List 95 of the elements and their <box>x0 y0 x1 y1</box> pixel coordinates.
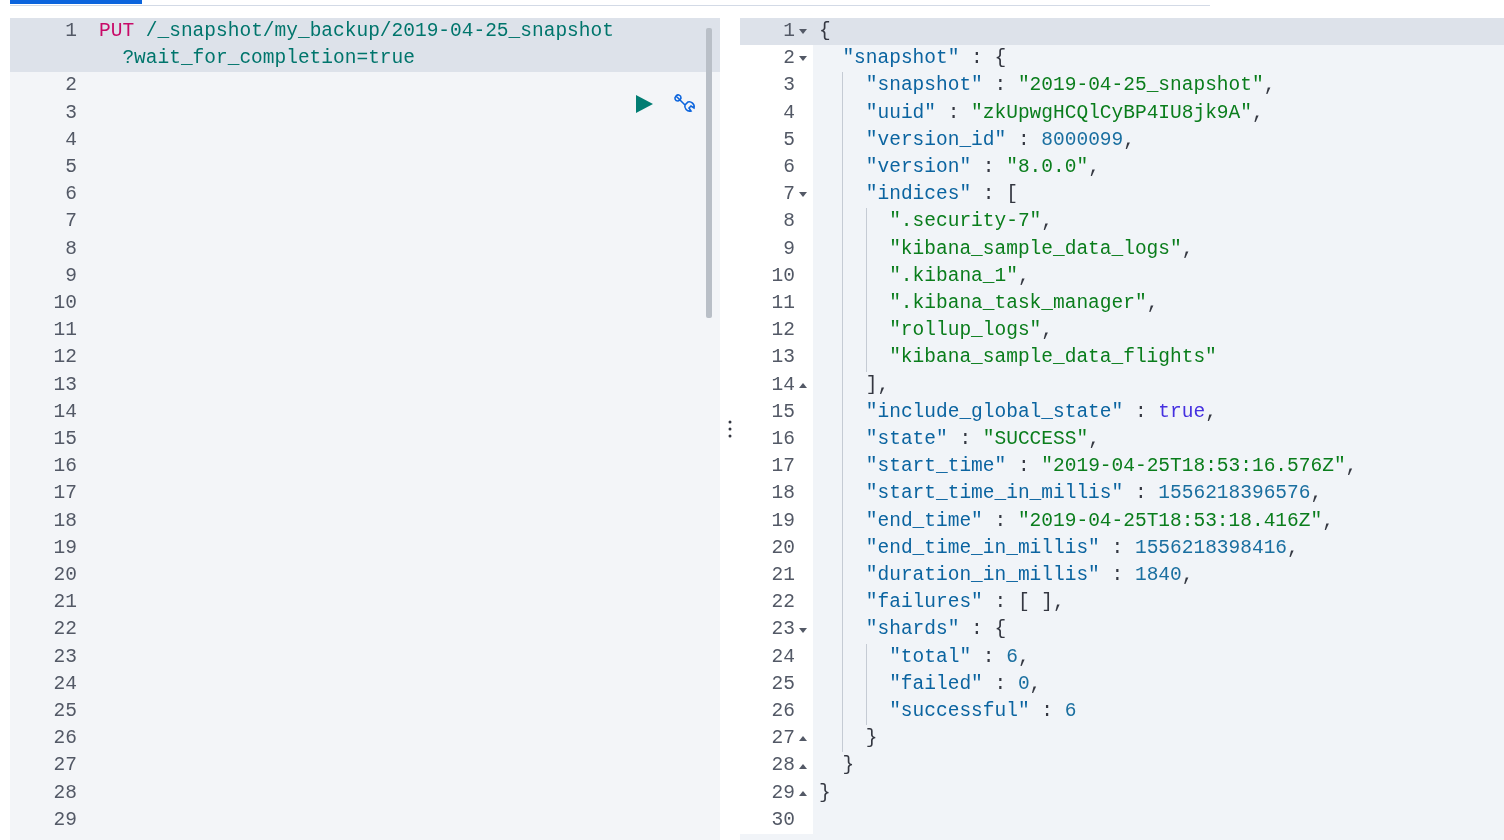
line-number: 19 <box>53 535 77 561</box>
line-number: 20 <box>53 563 77 589</box>
line-number: 3 <box>783 73 795 99</box>
json-line: "state" : "SUCCESS", <box>865 428 1100 451</box>
json-line: "start_time_in_millis" : 1556218396576, <box>865 482 1323 505</box>
line-number: 11 <box>771 291 795 317</box>
line-number: 6 <box>783 155 795 180</box>
json-line: ".kibana_task_manager", <box>889 292 1159 315</box>
json-line: ".kibana_1", <box>889 264 1030 287</box>
json-line: "uuid" : "zkUpwgHCQlCyBP4IU8jk9A", <box>865 101 1264 124</box>
line-number: 6 <box>65 182 77 208</box>
line-number: 14 <box>53 399 77 425</box>
fold-toggle-icon[interactable] <box>798 625 808 635</box>
line-number: 30 <box>771 807 795 833</box>
resize-handle-icon[interactable] <box>728 420 732 438</box>
request-editor[interactable]: 1 PUT /_snapshot/my_backup/2019-04-25_snapshot ?wait_for_completion=true 2 3 4 5 6 7 8 9 10 11 12 13 14 15 16 17 18 19 20 21 22 23 24 25 26 27 28 29 <box>10 18 720 840</box>
line-number: 15 <box>771 399 795 425</box>
line-number: 23 <box>771 617 795 643</box>
json-line: ], <box>865 373 890 396</box>
line-number: 1 <box>65 19 77 44</box>
line-number: 26 <box>771 699 795 725</box>
json-line: "kibana_sample_data_flights" <box>889 346 1217 369</box>
line-number: 24 <box>771 644 795 670</box>
line-number: 29 <box>771 780 795 806</box>
line-number: 18 <box>771 481 795 507</box>
json-line: "total" : 6, <box>889 645 1030 668</box>
line-number: 16 <box>771 427 795 453</box>
line-number: 4 <box>783 100 795 126</box>
json-line: "snapshot" : { <box>842 47 1007 70</box>
line-number: 2 <box>65 73 77 99</box>
line-number: 3 <box>65 100 77 126</box>
line-number: 12 <box>771 318 795 344</box>
line-number: 7 <box>783 182 795 208</box>
line-number: 17 <box>771 454 795 480</box>
line-number: 7 <box>65 209 77 235</box>
json-line: "kibana_sample_data_logs", <box>889 237 1194 260</box>
json-line: "shards" : { <box>865 618 1007 641</box>
line-number: 12 <box>53 345 77 371</box>
json-line: "snapshot" : "2019-04-25_snapshot", <box>865 74 1276 97</box>
line-number: 27 <box>53 753 77 779</box>
line-number: 26 <box>53 726 77 752</box>
line-number: 25 <box>53 699 77 725</box>
line-number: 21 <box>771 563 795 589</box>
line-number: 17 <box>53 481 77 507</box>
line-number: 10 <box>53 291 77 317</box>
json-line: "failed" : 0, <box>889 672 1042 695</box>
line-number: 23 <box>53 644 77 670</box>
line-number: 29 <box>53 807 77 833</box>
json-line: "rollup_logs", <box>889 319 1053 342</box>
line-number: 25 <box>771 671 795 697</box>
line-number: 9 <box>65 263 77 289</box>
fold-toggle-icon[interactable] <box>798 734 808 744</box>
json-line: "include_global_state" : true, <box>865 400 1217 423</box>
line-number: 4 <box>65 127 77 153</box>
run-button[interactable] <box>634 94 654 114</box>
line-number: 22 <box>771 590 795 616</box>
line-number: 14 <box>771 372 795 398</box>
line-number: 16 <box>53 454 77 480</box>
json-line: "start_time" : "2019-04-25T18:53:16.576Z", <box>865 455 1358 478</box>
line-number: 21 <box>53 590 77 616</box>
line-number: 10 <box>771 263 795 289</box>
line-number: 22 <box>53 617 77 643</box>
line-number: 19 <box>771 508 795 534</box>
json-line: } <box>819 781 831 804</box>
json-line: { <box>819 20 831 42</box>
line-number: 13 <box>771 345 795 371</box>
json-line: "version_id" : 8000099, <box>865 128 1135 151</box>
line-number: 11 <box>53 318 77 344</box>
code-text[interactable]: PUT /_snapshot/my_backup/2019-04-25_snapshot ?wait_for_completion=true <box>99 18 680 73</box>
line-number: 8 <box>783 209 795 235</box>
json-line: "end_time" : "2019-04-25T18:53:18.416Z", <box>865 509 1334 532</box>
line-number: 5 <box>65 155 77 180</box>
json-line: "duration_in_millis" : 1840, <box>865 564 1194 587</box>
line-number: 1 <box>783 19 795 44</box>
json-line: "successful" : 6 <box>889 700 1077 723</box>
line-number: 27 <box>771 726 795 752</box>
line-number: 18 <box>53 508 77 534</box>
line-number: 15 <box>53 427 77 453</box>
json-line: } <box>842 754 855 777</box>
line-number: 8 <box>65 236 77 262</box>
json-line: ".security-7", <box>889 210 1053 233</box>
line-number: 5 <box>783 127 795 153</box>
line-number: 20 <box>771 535 795 561</box>
line-number: 28 <box>771 753 795 779</box>
json-line: "version" : "8.0.0", <box>865 156 1100 178</box>
json-line: "failures" : [ ], <box>865 591 1065 614</box>
json-line: "indices" : [ <box>865 183 1018 206</box>
json-line: } <box>865 727 878 750</box>
scrollbar-thumb[interactable] <box>706 28 712 318</box>
json-line: "end_time_in_millis" : 1556218398416, <box>865 536 1299 559</box>
line-number: 9 <box>783 236 795 262</box>
line-number: 24 <box>53 671 77 697</box>
line-number: 13 <box>53 372 77 398</box>
line-number: 28 <box>53 780 77 806</box>
line-number: 2 <box>783 46 795 72</box>
